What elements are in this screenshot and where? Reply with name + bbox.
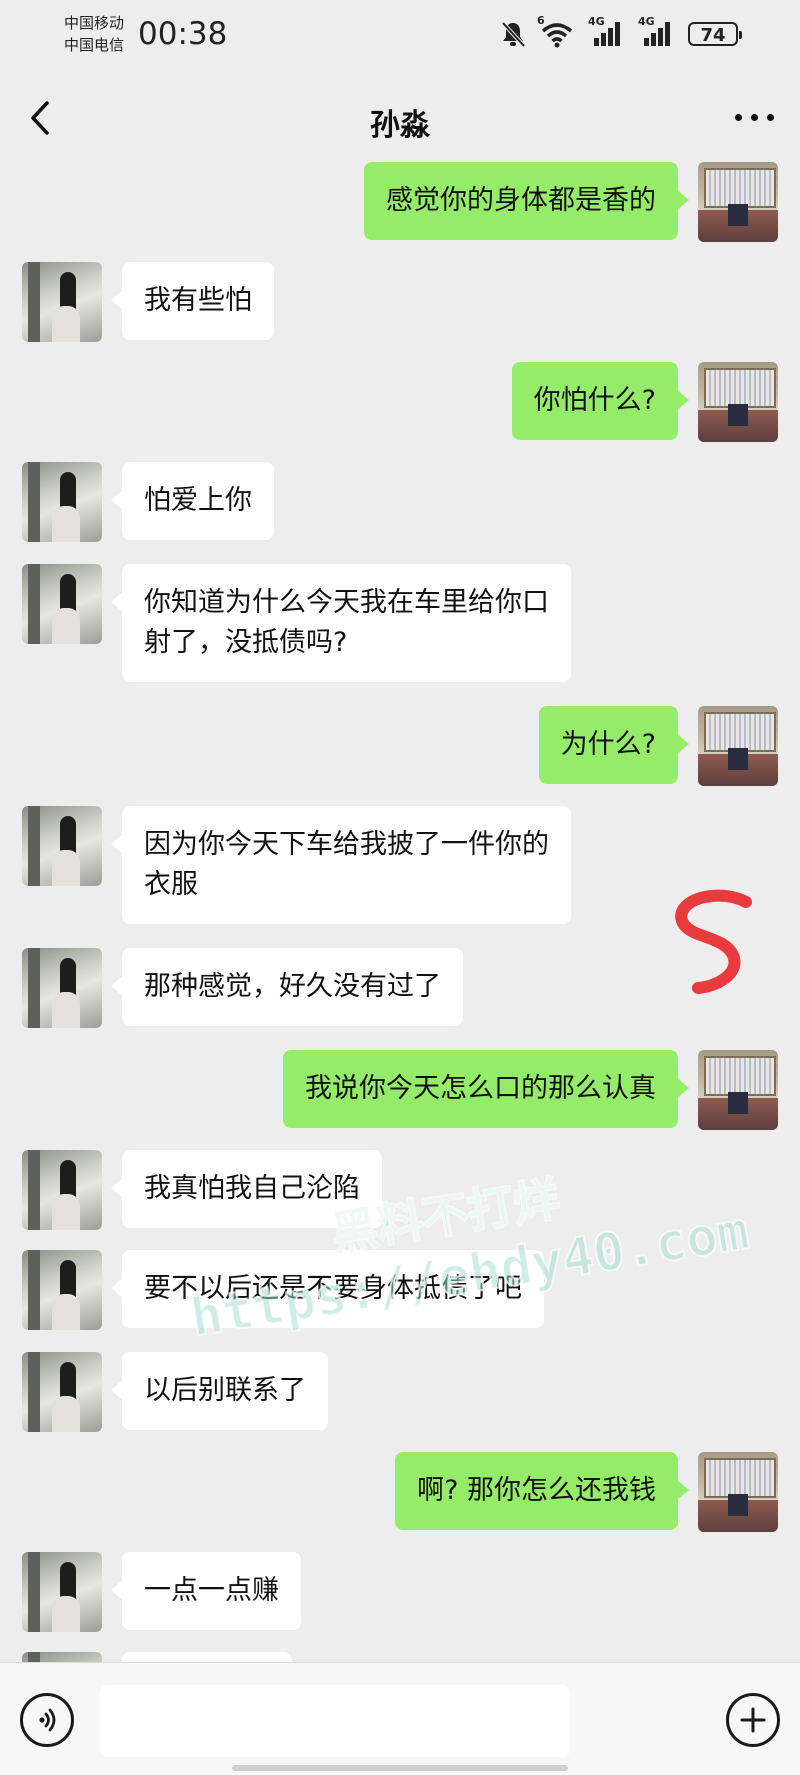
message-bubble[interactable]: 为什么? — [538, 706, 690, 784]
add-button[interactable] — [726, 1693, 780, 1747]
input-bar — [0, 1662, 800, 1775]
my-avatar[interactable] — [698, 1452, 778, 1532]
mute-icon — [501, 21, 526, 48]
status-time: 00:38 — [138, 16, 228, 52]
wifi-icon: 6 — [537, 14, 574, 48]
ellipsis-icon — [767, 114, 774, 121]
my-avatar[interactable] — [698, 706, 778, 786]
contact-avatar[interactable] — [22, 1352, 102, 1432]
my-avatar[interactable] — [698, 362, 778, 442]
battery-indicator: 74 — [688, 22, 742, 46]
message-bubble[interactable]: 那种感觉，好久没有过了 — [111, 948, 463, 1026]
message-bubble[interactable]: 怕爱上你 — [111, 462, 274, 540]
red-annotation-mark — [675, 889, 752, 994]
message-bubble[interactable]: 我有些怕 — [111, 262, 274, 340]
ellipsis-icon — [751, 114, 758, 121]
contact-avatar[interactable] — [22, 948, 102, 1028]
voice-button[interactable] — [20, 1693, 74, 1747]
message-bubble[interactable]: 一点一点赚 — [111, 1552, 301, 1630]
status-icons: 6 4G 4G 74 — [500, 14, 742, 48]
message-bubble[interactable]: 因为你今天下车给我披了一件你的 衣服 — [111, 806, 571, 924]
contact-avatar[interactable] — [22, 262, 102, 342]
more-button[interactable] — [735, 114, 774, 121]
voice-icon — [39, 1708, 56, 1732]
message-bubble[interactable]: 我真怕我自己沦陷 — [111, 1150, 382, 1228]
message-bubble[interactable]: 你怕什么? — [511, 362, 690, 440]
signal-1-icon: 4G — [588, 15, 624, 48]
contact-avatar[interactable] — [22, 564, 102, 644]
carrier-1: 中国移动 — [64, 14, 125, 32]
my-avatar[interactable] — [698, 1050, 778, 1130]
message-bubble[interactable]: 感觉你的身体都是香的 — [364, 162, 689, 240]
signal-2-icon: 4G — [638, 15, 674, 48]
message-bubble[interactable] — [122, 1652, 292, 1662]
message-bubble[interactable]: 以后别联系了 — [111, 1352, 328, 1430]
message-input[interactable] — [100, 1685, 570, 1757]
chat-header: 孙淼 — [0, 78, 800, 160]
contact-avatar[interactable] — [22, 1150, 102, 1230]
ellipsis-icon — [735, 114, 742, 121]
contact-avatar[interactable] — [22, 1552, 102, 1632]
plus-circle-icon — [740, 1707, 766, 1733]
contact-avatar[interactable] — [22, 1250, 102, 1330]
contact-avatar[interactable] — [22, 1652, 102, 1662]
wifi-label: 6 — [537, 14, 545, 27]
carrier-info: 中国移动 中国电信 — [64, 12, 124, 56]
carrier-2: 中国电信 — [64, 36, 125, 54]
chat-title: 孙淼 — [370, 108, 430, 143]
message-bubble[interactable]: 我说你今天怎么口的那么认真 — [283, 1050, 689, 1128]
contact-avatar[interactable] — [22, 806, 102, 886]
message-bubble[interactable]: 要不以后还是不要身体抵债了吧 — [111, 1250, 544, 1328]
home-indicator — [232, 1765, 568, 1771]
my-avatar[interactable] — [698, 162, 778, 242]
status-bar: 中国移动 中国电信 00:38 6 4G 4G 74 — [0, 0, 800, 78]
message-bubble[interactable]: 你知道为什么今天我在车里给你口 射了，没抵债吗? — [111, 564, 571, 682]
contact-avatar[interactable] — [22, 462, 102, 542]
message-bubble[interactable]: 啊? 那你怎么还我钱 — [395, 1452, 689, 1530]
